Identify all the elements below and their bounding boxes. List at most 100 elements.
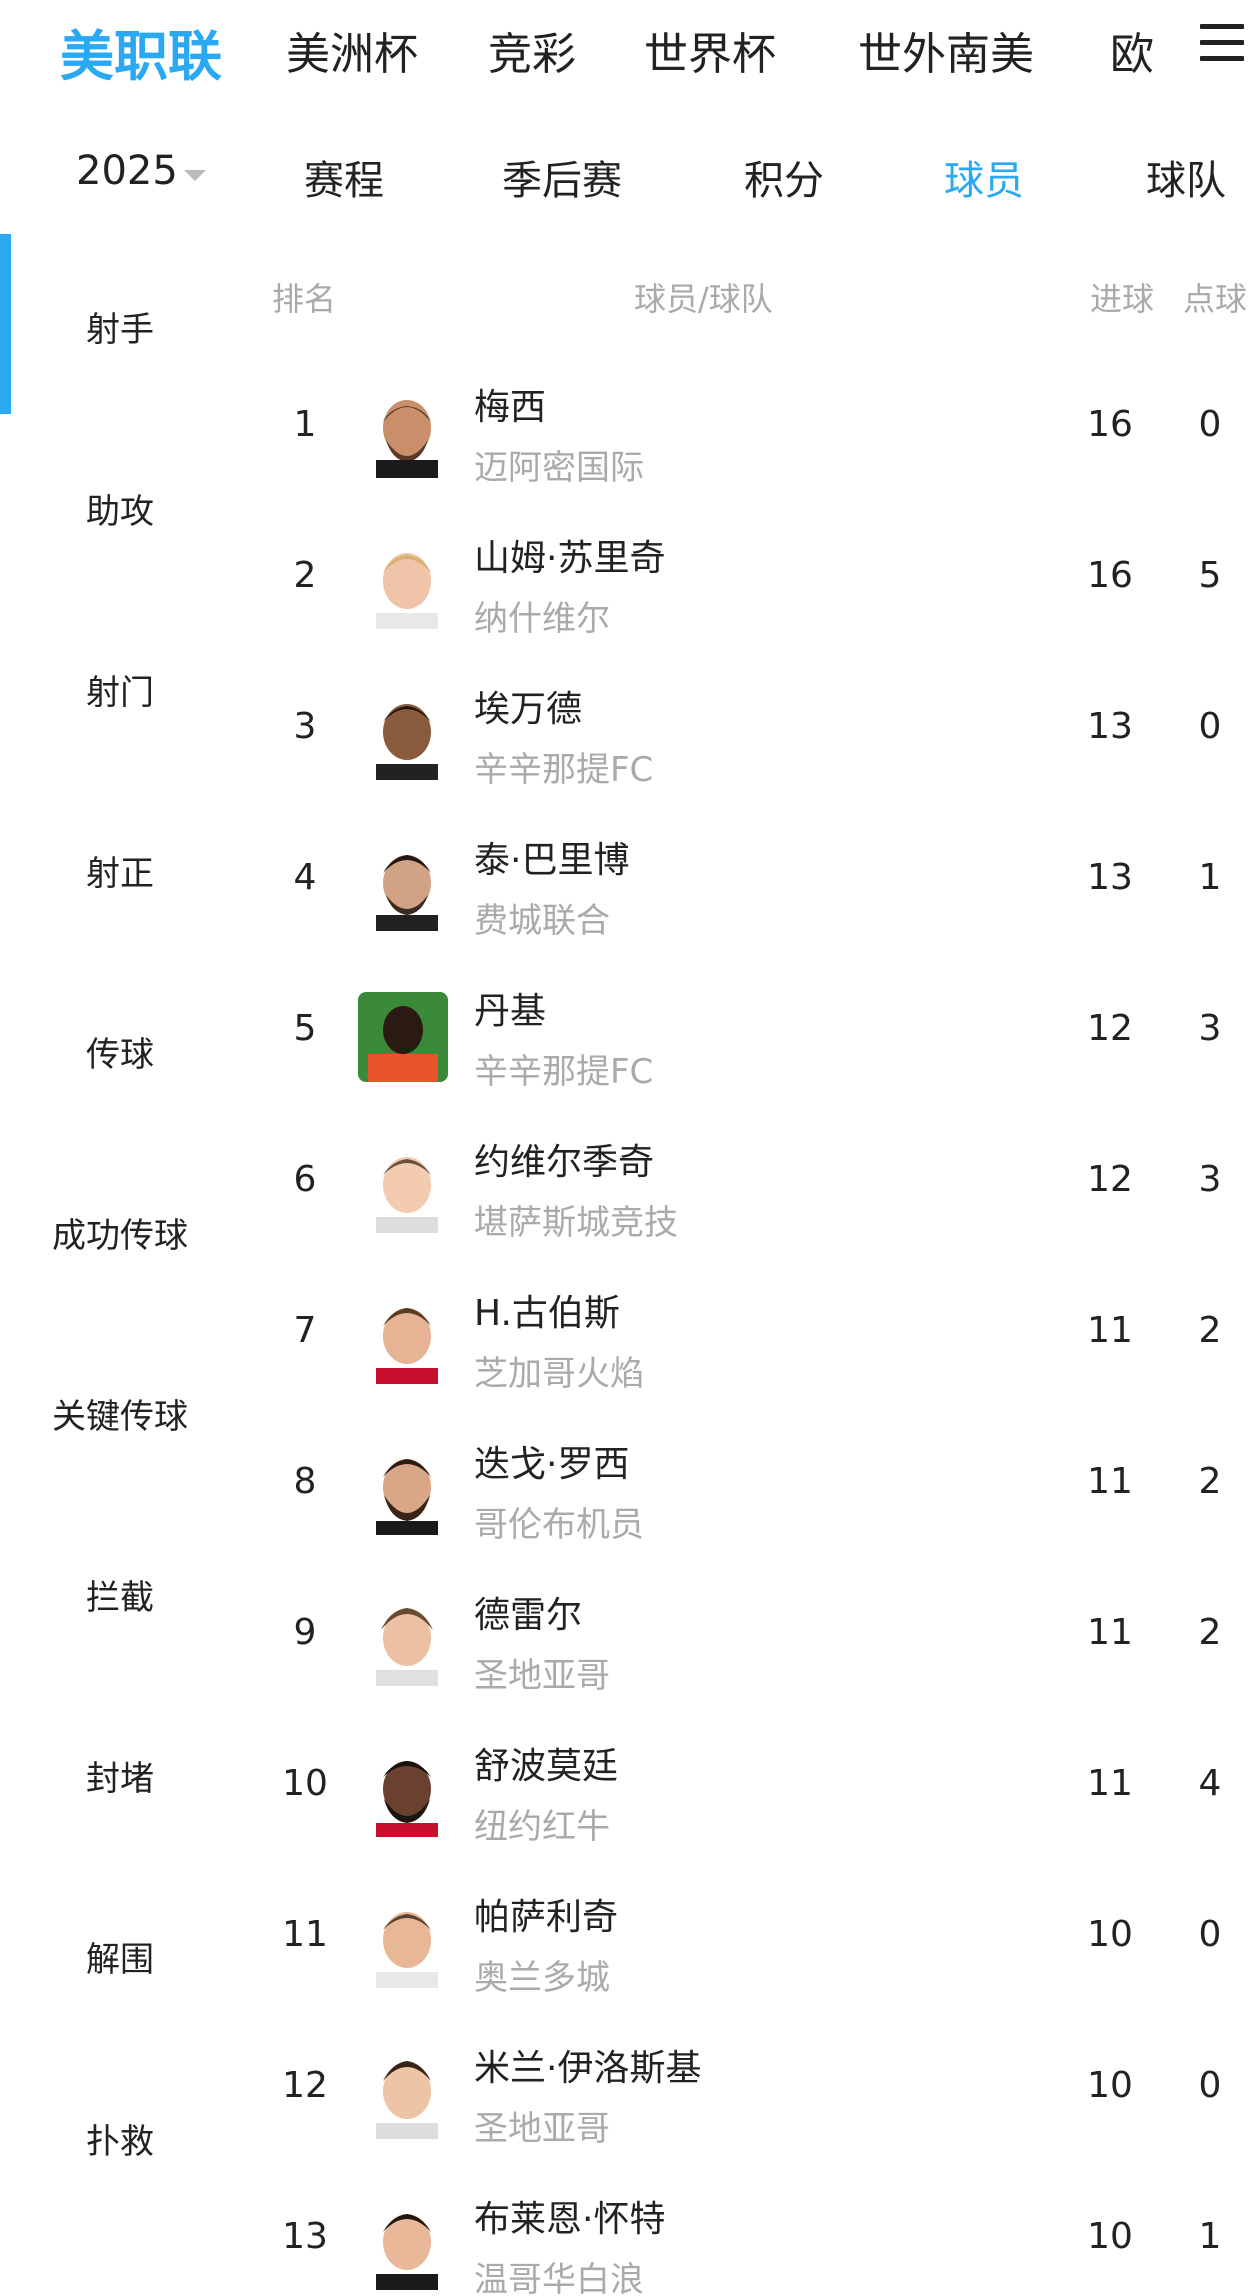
player-name: 山姆·苏里奇 xyxy=(474,538,666,579)
team-name: 迈阿密国际 xyxy=(474,448,644,488)
sidebar-item-passes[interactable]: 传球 xyxy=(0,1027,240,1076)
table-row[interactable]: 10 舒波莫廷 纽约红牛 11 4 xyxy=(240,1717,1252,1868)
goals-value: 10 xyxy=(1087,2216,1133,2257)
nav-tab-mls[interactable]: 美职联 xyxy=(60,12,222,91)
rank: 11 xyxy=(282,1914,328,1955)
sidebar-item-blocks[interactable]: 封堵 xyxy=(0,1751,240,1800)
sidebar-item-saves[interactable]: 扑救 xyxy=(0,2114,240,2163)
tab-playoffs[interactable]: 季后赛 xyxy=(502,148,622,206)
goals-value: 12 xyxy=(1087,1008,1133,1049)
team-name: 芝加哥火焰 xyxy=(474,1354,644,1394)
player-name: 梅西 xyxy=(474,387,547,428)
player-avatar xyxy=(362,841,452,931)
hamburger-menu-icon[interactable] xyxy=(1200,24,1244,64)
team-name: 温哥华白浪 xyxy=(474,2260,644,2296)
sidebar-item-interceptions[interactable]: 拦截 xyxy=(0,1570,240,1619)
table-row[interactable]: 2 山姆·苏里奇 纳什维尔 16 5 xyxy=(240,509,1252,660)
team-name: 堪萨斯城竞技 xyxy=(474,1203,678,1243)
rank: 6 xyxy=(293,1159,317,1200)
table-row[interactable]: 7 H.古伯斯 芝加哥火焰 11 2 xyxy=(240,1264,1252,1415)
team-name: 辛辛那提FC xyxy=(474,1052,654,1092)
player-avatar xyxy=(362,1596,452,1686)
sidebar-item-shots-on-target[interactable]: 射正 xyxy=(0,846,240,895)
goals-value: 11 xyxy=(1087,1612,1133,1653)
sidebar-item-assists[interactable]: 助攻 xyxy=(0,484,240,533)
header-penalties[interactable]: 点球 xyxy=(1183,274,1247,320)
nav-tab-lottery[interactable]: 竞彩 xyxy=(488,18,576,82)
player-name: 布莱恩·怀特 xyxy=(474,2199,666,2240)
sidebar-item-shots[interactable]: 射门 xyxy=(0,665,240,714)
tab-players[interactable]: 球员 xyxy=(944,148,1024,206)
team-name: 辛辛那提FC xyxy=(474,750,654,790)
header-player-team: 球员/球队 xyxy=(634,280,773,318)
team-name: 纳什维尔 xyxy=(474,599,610,639)
goals-value: 11 xyxy=(1087,1461,1133,1502)
penalties-value: 3 xyxy=(1198,1159,1222,1200)
player-name: 约维尔季奇 xyxy=(474,1142,655,1183)
tab-standings[interactable]: 积分 xyxy=(744,148,824,206)
rank: 10 xyxy=(282,1763,328,1804)
player-name: 舒波莫廷 xyxy=(474,1746,619,1787)
team-name: 圣地亚哥 xyxy=(474,1656,610,1696)
player-avatar xyxy=(362,690,452,780)
sub-nav: 2025 赛程 季后赛 积分 球员 球队 xyxy=(0,130,1252,220)
chevron-down-icon[interactable] xyxy=(184,170,206,181)
table-row[interactable]: 5 丹基 辛辛那提FC 12 3 xyxy=(240,962,1252,1113)
nav-tab-wc-qualifiers-sa[interactable]: 世外南美 xyxy=(858,18,1034,82)
table-row[interactable]: 6 约维尔季奇 堪萨斯城竞技 12 3 xyxy=(240,1113,1252,1264)
rank: 4 xyxy=(293,857,317,898)
player-avatar xyxy=(362,1747,452,1837)
nav-tab-copa-america[interactable]: 美洲杯 xyxy=(286,18,418,82)
goals-value: 12 xyxy=(1087,1159,1133,1200)
table-row[interactable]: 12 米兰·伊洛斯基 圣地亚哥 10 0 xyxy=(240,2019,1252,2170)
tab-teams[interactable]: 球队 xyxy=(1146,148,1226,206)
penalties-value: 2 xyxy=(1198,1461,1222,1502)
rank: 5 xyxy=(293,1008,317,1049)
penalties-value: 1 xyxy=(1198,2216,1222,2257)
player-name: 德雷尔 xyxy=(474,1595,583,1636)
table-row[interactable]: 11 帕萨利奇 奥兰多城 10 0 xyxy=(240,1868,1252,2019)
tab-schedule[interactable]: 赛程 xyxy=(304,148,384,206)
penalties-value: 2 xyxy=(1198,1310,1222,1351)
player-avatar xyxy=(362,1294,452,1384)
team-name: 圣地亚哥 xyxy=(474,2109,610,2149)
player-avatar xyxy=(362,539,452,629)
table-row[interactable]: 3 埃万德 辛辛那提FC 13 0 xyxy=(240,660,1252,811)
goals-value: 11 xyxy=(1087,1310,1133,1351)
player-name: 泰·巴里博 xyxy=(474,840,630,881)
season-year-select[interactable]: 2025 xyxy=(76,148,178,194)
penalties-value: 0 xyxy=(1198,2065,1222,2106)
penalties-value: 0 xyxy=(1198,404,1222,445)
player-avatar xyxy=(362,2200,452,2290)
table-row[interactable]: 8 迭戈·罗西 哥伦布机员 11 2 xyxy=(240,1415,1252,1566)
penalties-value: 1 xyxy=(1198,857,1222,898)
penalties-value: 5 xyxy=(1198,555,1222,596)
player-name: H.古伯斯 xyxy=(474,1293,620,1334)
player-avatar xyxy=(362,2049,452,2139)
table-row[interactable]: 1 梅西 迈阿密国际 16 0 xyxy=(240,358,1252,509)
rank: 13 xyxy=(282,2216,328,2257)
player-name: 帕萨利奇 xyxy=(474,1897,619,1938)
player-name: 丹基 xyxy=(474,991,547,1032)
sidebar-item-successful-passes[interactable]: 成功传球 xyxy=(0,1208,240,1257)
table-row[interactable]: 13 布莱恩·怀特 温哥华白浪 10 1 xyxy=(240,2170,1252,2296)
nav-tab-europe[interactable]: 欧 xyxy=(1110,18,1154,82)
header-goals[interactable]: 进球 xyxy=(1090,274,1154,320)
player-avatar xyxy=(358,992,448,1082)
player-avatar xyxy=(362,388,452,478)
table-row[interactable]: 4 泰·巴里博 费城联合 13 1 xyxy=(240,811,1252,962)
player-name: 埃万德 xyxy=(474,689,583,730)
rank: 3 xyxy=(293,706,317,747)
team-name: 纽约红牛 xyxy=(474,1807,610,1847)
sidebar-item-goals[interactable]: 射手 xyxy=(0,302,240,351)
player-avatar xyxy=(362,1143,452,1233)
nav-tab-world-cup[interactable]: 世界杯 xyxy=(644,18,776,82)
rank: 12 xyxy=(282,2065,328,2106)
goals-value: 11 xyxy=(1087,1763,1133,1804)
goals-value: 10 xyxy=(1087,1914,1133,1955)
sidebar-item-key-passes[interactable]: 关键传球 xyxy=(0,1389,240,1438)
rank: 1 xyxy=(293,404,317,445)
team-name: 奥兰多城 xyxy=(474,1958,610,1998)
sidebar-item-clearances[interactable]: 解围 xyxy=(0,1932,240,1981)
table-row[interactable]: 9 德雷尔 圣地亚哥 11 2 xyxy=(240,1566,1252,1717)
